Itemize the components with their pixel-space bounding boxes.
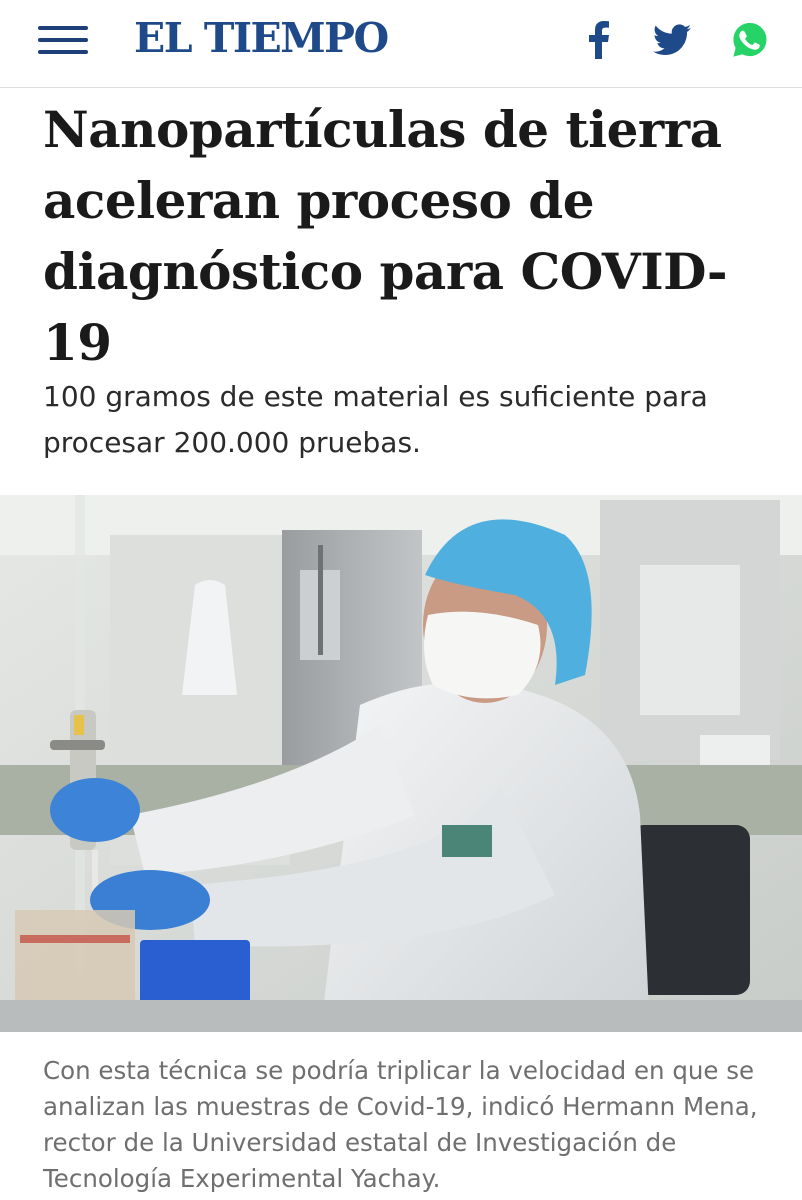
twitter-icon — [653, 24, 691, 56]
hamburger-menu-icon[interactable] — [38, 22, 90, 58]
menu-line — [38, 26, 88, 30]
lab-technician-photo — [0, 495, 802, 1032]
whatsapp-share-button[interactable] — [729, 18, 771, 62]
whatsapp-icon — [733, 22, 767, 57]
facebook-icon — [589, 21, 609, 59]
photo-caption: Con esta técnica se podría triplicar la … — [43, 1056, 758, 1193]
article-headline: Nanopartículas de tierra aceleran proces… — [43, 100, 728, 372]
site-logo[interactable]: EL TIEMPO — [134, 12, 389, 64]
menu-line — [38, 38, 88, 42]
article-subtitle: 100 gramos de este material es suficient… — [43, 380, 708, 459]
twitter-share-button[interactable] — [652, 18, 692, 62]
facebook-share-button[interactable] — [582, 18, 616, 62]
menu-line — [38, 50, 88, 54]
article-photo[interactable] — [0, 495, 802, 1032]
top-bar: EL TIEMPO — [0, 0, 802, 88]
